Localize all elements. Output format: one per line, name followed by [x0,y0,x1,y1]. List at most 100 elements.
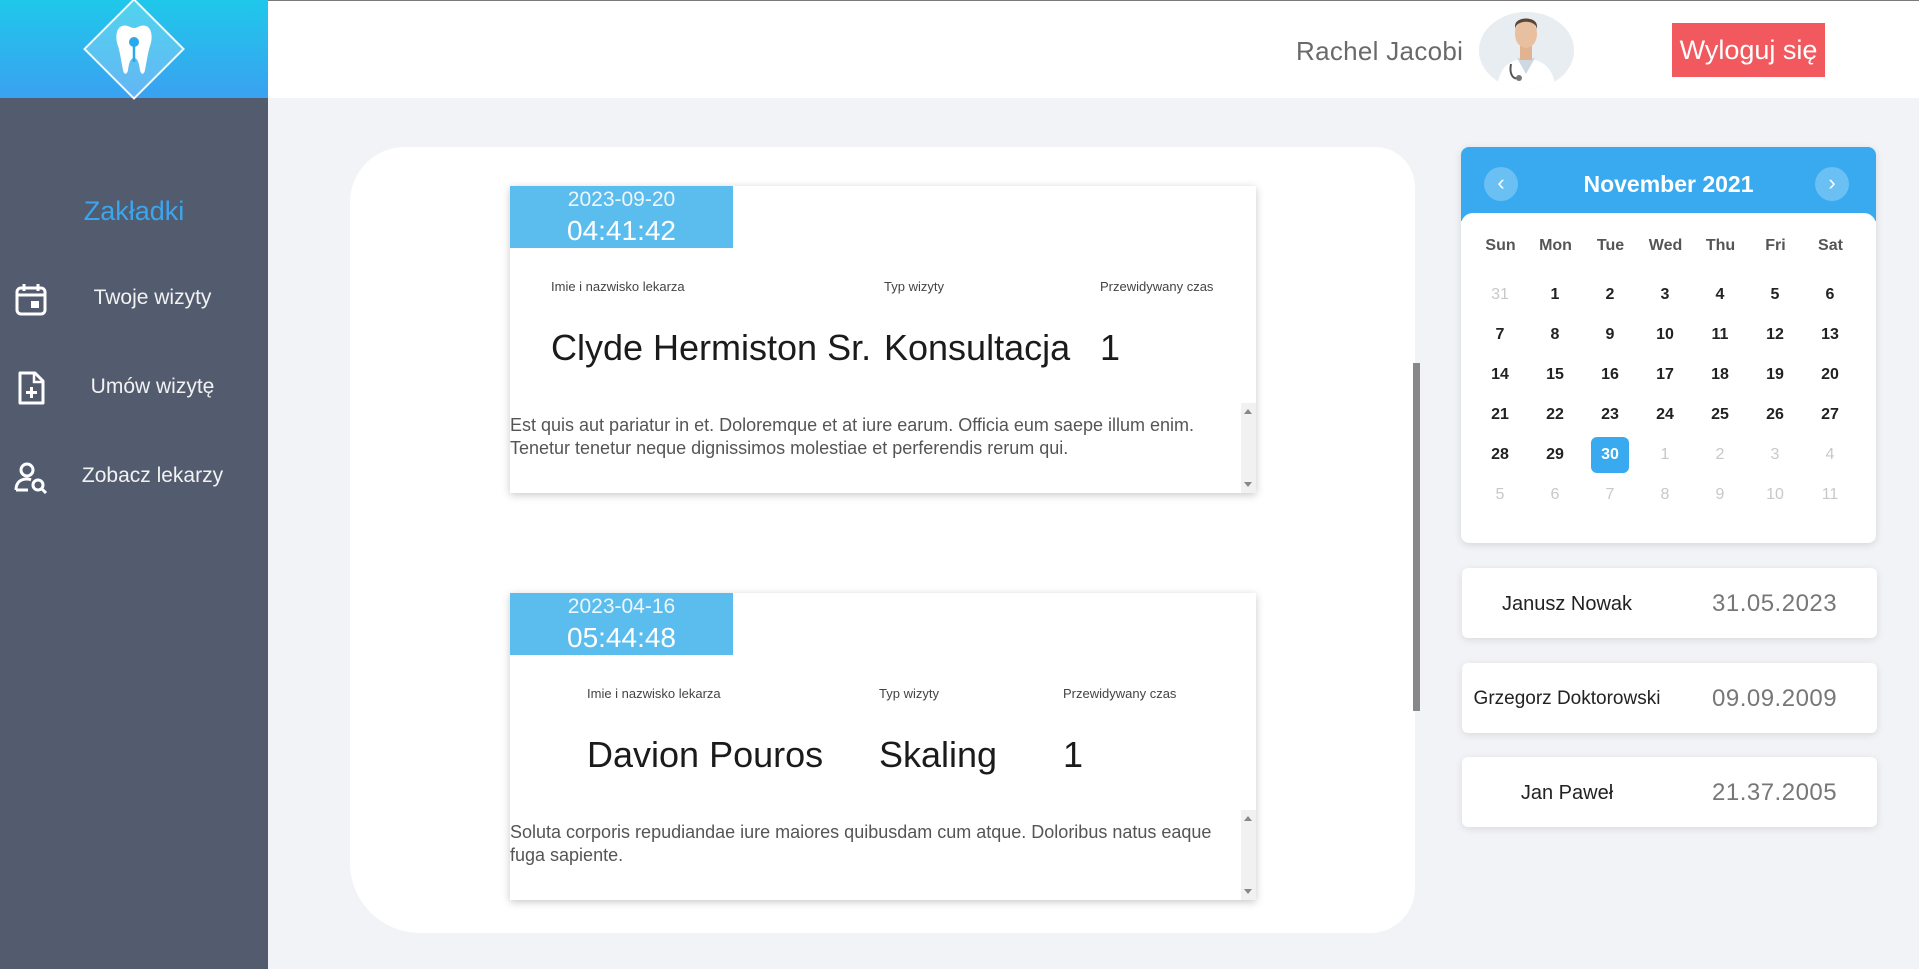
calendar-day[interactable]: 14 [1481,357,1519,393]
calendar-day[interactable]: 7 [1591,477,1629,513]
calendar-day[interactable]: 2 [1701,437,1739,473]
visit-duration: 1 [1063,734,1084,775]
calendar-day[interactable]: 1 [1646,437,1684,473]
doctor-name-label: Imie i nazwisko lekarza [587,686,721,701]
scroll-up-arrow-icon[interactable] [1244,816,1252,821]
calendar-weekday: Wed [1648,237,1683,254]
calendar-day[interactable]: 11 [1701,317,1739,353]
calendar-day[interactable]: 22 [1536,397,1574,433]
scroll-down-arrow-icon[interactable] [1244,889,1252,894]
calendar-day[interactable]: 23 [1591,397,1629,433]
sidebar-item-view-doctors[interactable]: Zobacz lekarzy [0,446,268,506]
calendar-day[interactable]: 3 [1646,277,1684,313]
calendar-day[interactable]: 9 [1591,317,1629,353]
visit-card[interactable]: 2023-04-16 05:44:48 Imie i nazwisko leka… [510,593,1256,900]
doctor-card[interactable]: Janusz Nowak 31.05.2023 [1462,568,1877,638]
doctor-date: 09.09.2009 [1712,685,1838,712]
calendar-day[interactable]: 29 [1536,437,1574,473]
doctor-name-label: Imie i nazwisko lekarza [551,279,685,294]
doctor-card[interactable]: Grzegorz Doktorowski 09.09.2009 [1462,663,1877,733]
doctor-name: Davion Pouros [587,734,824,775]
doctor-date: 21.37.2005 [1712,779,1838,806]
sidebar-item-your-visits[interactable]: Twoje wizyty [0,268,268,328]
calendar-month-title: November 2021 [1583,171,1754,197]
visit-date: 2023-04-16 [567,595,676,618]
calendar-day[interactable]: 12 [1756,317,1794,353]
doctor-card[interactable]: Jan Paweł 21.37.2005 [1462,757,1877,827]
calendar-day[interactable]: 4 [1701,277,1739,313]
calendar-day[interactable]: 13 [1811,317,1849,353]
calendar-header: ‹ November 2021 › [1461,147,1876,221]
sidebar-item-label: Umów wizytę [90,375,215,398]
chevron-right-icon[interactable]: › [1815,167,1849,201]
calendar-weekday: Thu [1705,237,1736,254]
calendar-day[interactable]: 18 [1701,357,1739,393]
scroll-down-arrow-icon[interactable] [1244,482,1252,487]
calendar-day[interactable]: 19 [1756,357,1794,393]
logo-area[interactable] [0,0,268,100]
calendar-day[interactable]: 8 [1646,477,1684,513]
calendar-day[interactable]: 5 [1756,277,1794,313]
calendar-day[interactable]: 9 [1701,477,1739,513]
description-scrollbar[interactable] [1241,810,1256,900]
calendar-day[interactable]: 2 [1591,277,1629,313]
sidebar-item-label: Zobacz lekarzy [81,464,224,487]
calendar-day[interactable]: 27 [1811,397,1849,433]
calendar-day[interactable]: 8 [1536,317,1574,353]
visit-description-box[interactable]: Est quis aut pariatur in et. Doloremque … [510,403,1256,493]
visit-date: 2023-09-20 [567,188,676,211]
description-scrollbar[interactable] [1241,403,1256,493]
doctor-name: Clyde Hermiston Sr. [551,327,872,368]
logout-button[interactable]: Wyloguj się [1672,23,1825,77]
calendar-day[interactable]: 30 [1591,437,1629,473]
visit-date-box: 2023-09-20 04:41:42 [510,186,733,248]
calendar-weekday: Sat [1818,237,1843,254]
calendar-day[interactable]: 4 [1811,437,1849,473]
calendar-day[interactable]: 21 [1481,397,1519,433]
calendar-day[interactable]: 26 [1756,397,1794,433]
visit-description: Est quis aut pariatur in et. Doloremque … [510,415,1194,458]
calendar-day[interactable]: 10 [1646,317,1684,353]
visit-description-box[interactable]: Soluta corporis repudiandae iure maiores… [510,810,1256,900]
calendar-grid: Sun Mon Tue Wed Thu Fri Sat 31 1 2 3 4 5 6 7 8 9 10 11 12 13… [1461,213,1876,535]
calendar-day[interactable]: 31 [1481,277,1519,313]
calendar-day[interactable]: 24 [1646,397,1684,433]
visit-type: Skaling [879,734,998,775]
visit-type-label: Typ wizyty [884,279,944,294]
calendar-day[interactable]: 17 [1646,357,1684,393]
calendar-day[interactable]: 10 [1756,477,1794,513]
sidebar: Zakładki Twoje wizyty Umów wizytę Zobacz… [0,0,268,969]
calendar-day[interactable]: 15 [1536,357,1574,393]
sidebar-item-book-visit[interactable]: Umów wizytę [0,357,268,417]
visit-type: Konsultacja [884,327,1071,368]
calendar-day[interactable]: 11 [1811,477,1849,513]
calendar-day[interactable]: 7 [1481,317,1519,353]
duration-label: Przewidywany czas [1063,686,1177,701]
avatar[interactable] [1479,12,1574,89]
visit-duration: 1 [1100,327,1121,368]
user-name: Rachel Jacobi [1296,36,1464,66]
calendar-day[interactable]: 3 [1756,437,1794,473]
duration-label: Przewidywany czas [1100,279,1214,294]
calendar-day[interactable]: 28 [1481,437,1519,473]
calendar-weekday: Sun [1485,237,1516,254]
doctor-name: Janusz Nowak [1501,593,1633,615]
visits-panel-scrollbar[interactable] [1413,363,1420,711]
doctor-date: 31.05.2023 [1712,590,1838,617]
calendar-day[interactable]: 5 [1481,477,1519,513]
doctor-avatar-icon [1479,12,1574,89]
visit-type-label: Typ wizyty [879,686,939,701]
calendar-day[interactable]: 6 [1536,477,1574,513]
calendar: ‹ November 2021 › Sun Mon Tue Wed Thu Fri Sat 3… [1461,147,1876,543]
doctor-name: Grzegorz Doktorowski [1473,688,1661,709]
calendar-day[interactable]: 6 [1811,277,1849,313]
sidebar-item-label: Twoje wizyty [93,286,212,309]
calendar-day[interactable]: 1 [1536,277,1574,313]
calendar-weekday: Mon [1539,237,1572,254]
calendar-day[interactable]: 25 [1701,397,1739,433]
visit-card[interactable]: 2023-09-20 04:41:42 Imie i nazwisko leka… [510,186,1256,493]
calendar-day[interactable]: 16 [1591,357,1629,393]
calendar-day[interactable]: 20 [1811,357,1849,393]
scroll-up-arrow-icon[interactable] [1244,409,1252,414]
visit-time: 05:44:48 [567,622,676,653]
